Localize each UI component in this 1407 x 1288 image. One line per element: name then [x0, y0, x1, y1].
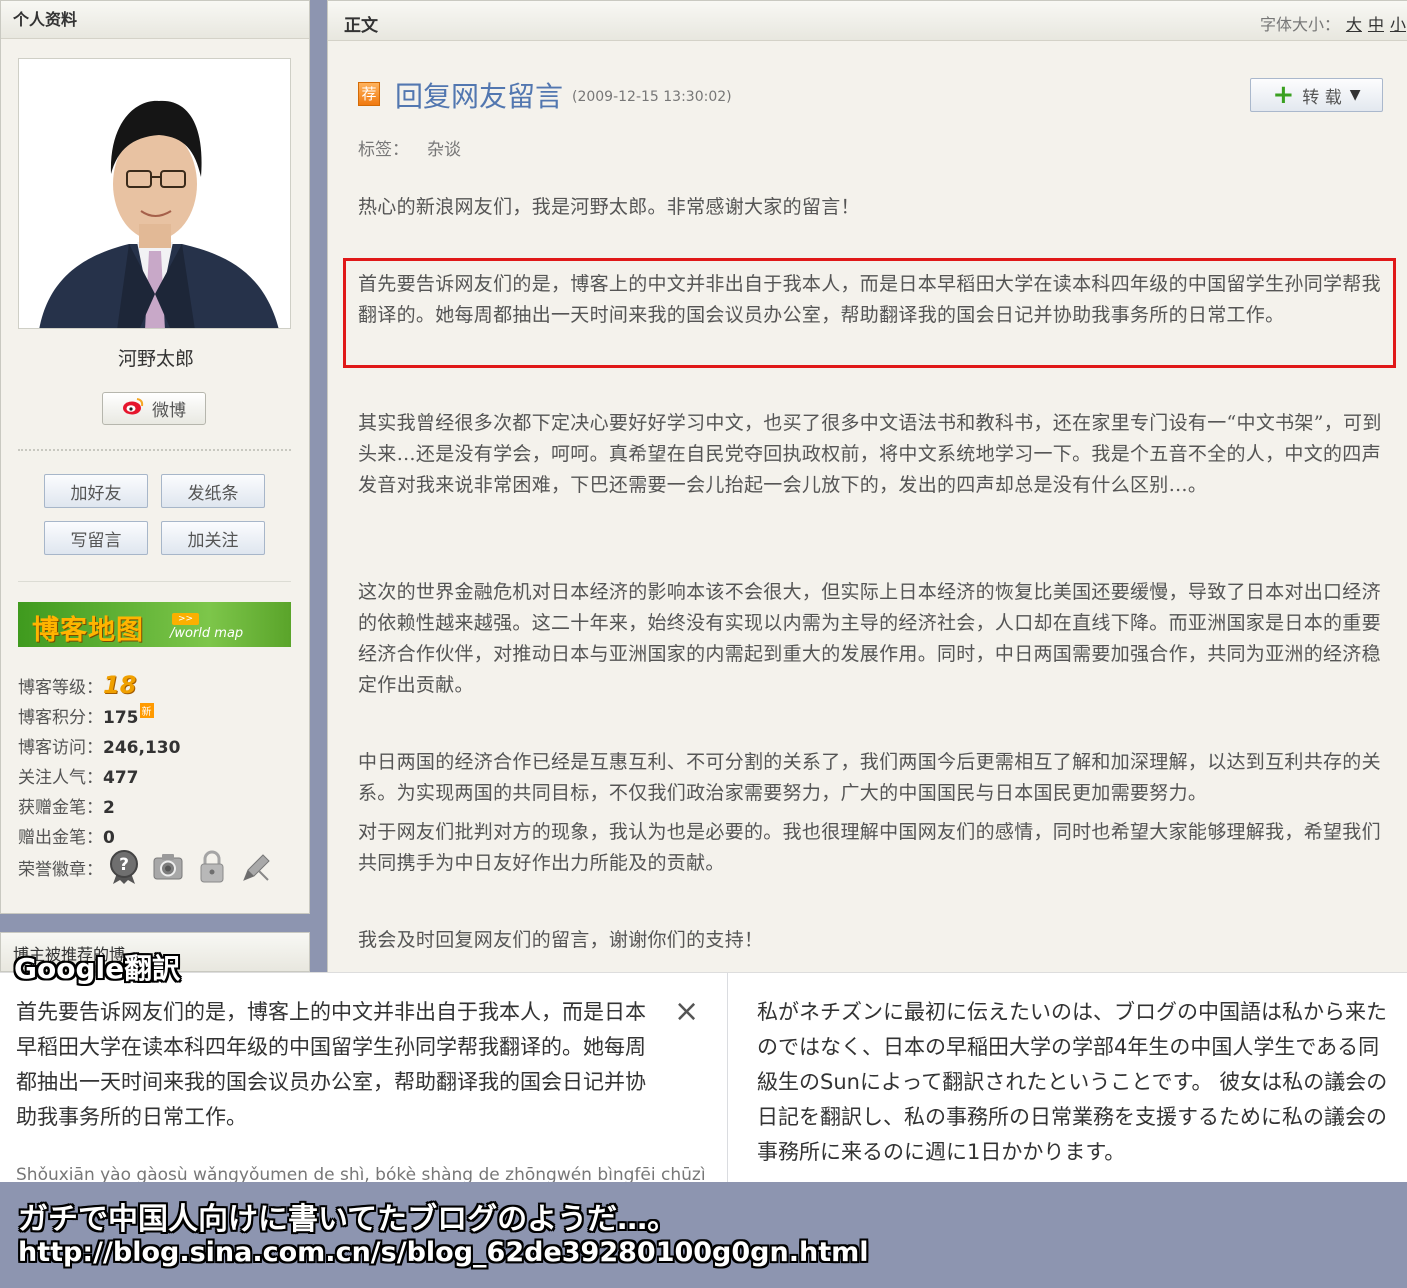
stat-followers: 关注人气：477: [18, 763, 139, 788]
article-header-title: 正文: [344, 16, 378, 36]
stat-label: 关注人气：: [18, 768, 103, 788]
stat-blog-level: 博客等级：18: [18, 671, 136, 699]
paragraph: 其实我曾经很多次都下定决心要好好学习中文，也买了很多中文语法书和教科书，还在家里…: [358, 412, 1382, 496]
repost-label: 转 载: [1302, 87, 1342, 108]
repost-button[interactable]: + 转 载 ▼: [1250, 78, 1383, 112]
profile-nickname: 河野太郎: [117, 348, 194, 370]
paragraph: 我会及时回复网友们的留言，谢谢你们的支持！: [358, 929, 764, 951]
level-badge[interactable]: 18: [103, 671, 136, 699]
follow-button[interactable]: 加关注: [161, 521, 265, 555]
caption-text: ガチで中国人向けに書いてたブログのようだ…。: [18, 1202, 678, 1237]
source-url[interactable]: http://blog.sina.com.cn/s/blog_62de39280…: [18, 1237, 869, 1268]
chevron-down-icon: ▼: [1349, 87, 1361, 103]
stat-label: 博客等级：: [18, 678, 103, 698]
divider: [18, 581, 291, 582]
google-translate-label: Google翻訳: [14, 952, 181, 985]
article-date: (2009-12-15 13:30:02): [572, 89, 732, 105]
pen-badge-icon[interactable]: [239, 849, 273, 885]
close-icon[interactable]: ×: [674, 997, 699, 1027]
stat-label: 博客积分：: [18, 708, 103, 728]
font-size-medium[interactable]: 中: [1368, 15, 1384, 34]
font-size-small[interactable]: 小: [1390, 15, 1406, 34]
font-size-large[interactable]: 大: [1346, 15, 1362, 34]
blog-map-title: 博客地图: [32, 615, 144, 646]
stat-blog-points: 博客积分：175 新: [18, 703, 154, 728]
stat-blog-visits: 博客访问：246,130: [18, 733, 180, 758]
send-note-button[interactable]: 发纸条: [161, 474, 265, 508]
profile-sidebar: 个人资料 河野太郎 微博 加好友 发纸条 写留言 加关注 博客地图 >> /wo…: [0, 0, 310, 914]
lock-badge-icon[interactable]: [195, 849, 229, 885]
add-friend-button[interactable]: 加好友: [44, 474, 148, 508]
stat-value: 2: [103, 798, 115, 818]
paragraph: 对于网友们批判对方的现象，我认为也是必要的。我也很理解中国网友们的感情，同时也希…: [358, 821, 1381, 874]
translate-divider: [727, 973, 728, 1183]
stat-label: 博客访问：: [18, 738, 103, 758]
screenshot: { "sidebar": { "header": "个人资料", "nickna…: [0, 0, 1407, 1288]
stat-label: 荣誉徽章：: [18, 860, 103, 880]
stat-honor-badges: 荣誉徽章：: [18, 855, 103, 880]
weibo-button[interactable]: 微博: [102, 392, 206, 425]
stat-value: 0: [103, 828, 115, 848]
translate-source-text[interactable]: 首先要告诉网友们的是，博客上的中文并非出自于我本人，而是日本早稻田大学在读本科四…: [16, 995, 666, 1135]
stat-pens-received: 获赠金笔：2: [18, 793, 115, 818]
stat-pens-given: 赠出金笔：0: [18, 823, 115, 848]
plus-icon: +: [1272, 80, 1295, 110]
stat-label: 赠出金笔：: [18, 828, 103, 848]
profile-header: 个人资料: [1, 1, 309, 39]
article-panel: 正文 字体大小： 大中小 荐 回复网友留言 (2009-12-15 13:30:0…: [327, 0, 1407, 972]
recommended-icon: 荐: [358, 82, 380, 106]
stat-value: 175: [103, 708, 139, 728]
weibo-label: 微博: [152, 401, 186, 421]
blog-map-subtitle: /world map: [170, 626, 244, 641]
tags-label: 标签：: [358, 140, 409, 160]
article-title[interactable]: 回复网友留言: [395, 75, 563, 115]
blog-map-arrow: >>: [172, 613, 199, 625]
blog-map-banner[interactable]: 博客地图 >> /world map: [18, 602, 291, 647]
translate-result-text: 私がネチズンに最初に伝えたいのは、ブログの中国語は私から来たのではなく、日本の早…: [757, 1000, 1388, 1164]
article-tags: 标签： 杂谈: [358, 135, 461, 160]
svg-text:?: ?: [119, 855, 129, 875]
paragraph: 热心的新浪网友们，我是河野太郎。非常感谢大家的留言！: [358, 196, 860, 218]
highlight-box: [343, 258, 1396, 368]
divider: [18, 449, 291, 451]
article-header: 正文 字体大小： 大中小: [328, 1, 1407, 41]
font-size-label: 字体大小：: [1259, 15, 1340, 34]
write-message-button[interactable]: 写留言: [44, 521, 148, 555]
font-size-selector: 字体大小： 大中小: [1260, 11, 1406, 35]
translate-panel: 首先要告诉网友们的是，博客上的中文并非出自于我本人，而是日本早稻田大学在读本科四…: [0, 972, 1407, 1185]
new-badge: 新: [139, 703, 154, 718]
profile-photo[interactable]: [18, 58, 291, 329]
paragraph: 中日两国的经济合作已经是互惠互利、不可分割的关系了，我们两国今后更需相互了解和加…: [358, 751, 1381, 804]
stat-value: 246,130: [103, 738, 181, 758]
stat-value: 477: [103, 768, 139, 788]
question-badge-icon[interactable]: ?: [107, 849, 141, 885]
caption-bar: ガチで中国人向けに書いてたブログのようだ…。 http://blog.sina.…: [0, 1182, 1407, 1288]
camera-badge-icon[interactable]: [151, 849, 185, 885]
weibo-icon: [122, 397, 144, 420]
stat-label: 获赠金笔：: [18, 798, 103, 818]
tag-link[interactable]: 杂谈: [427, 140, 461, 160]
paragraph: 这次的世界金融危机对日本经济的影响本该不会很大，但实际上日本经济的恢复比美国还要…: [358, 581, 1381, 696]
